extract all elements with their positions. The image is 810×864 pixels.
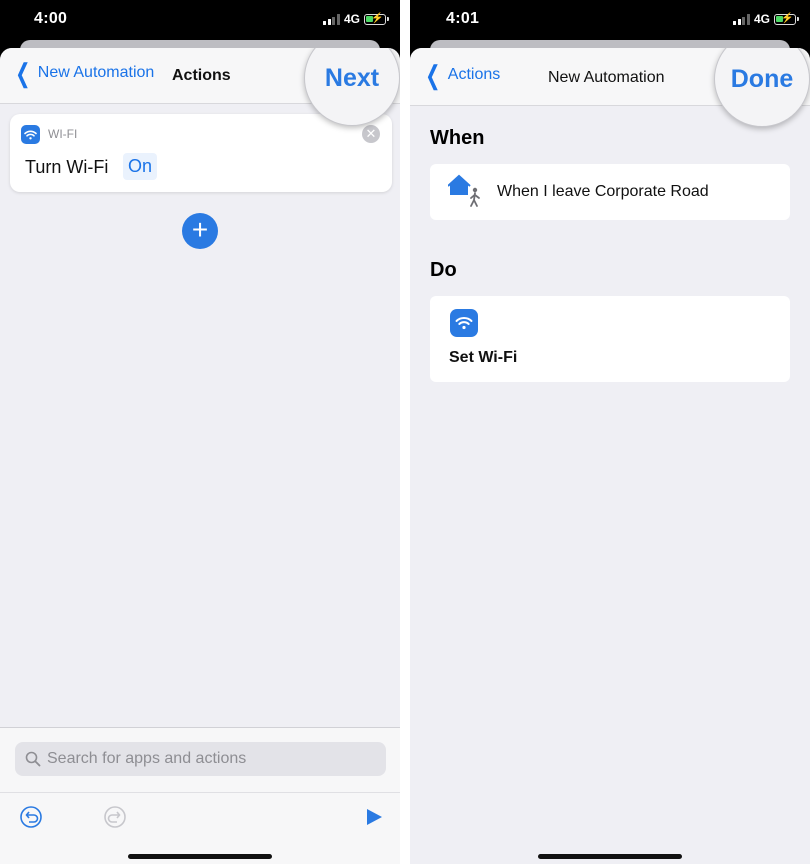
back-button[interactable]: ❮ New Automation — [12, 58, 155, 88]
actions-sheet: ❮ New Automation Actions WI-FI ✕ Turn Wi… — [0, 48, 400, 864]
action-name: Turn Wi-Fi — [25, 157, 109, 177]
action-search-panel — [0, 727, 400, 864]
when-heading: When — [430, 127, 485, 149]
home-indicator — [538, 854, 682, 859]
divider — [0, 792, 400, 793]
undo-icon[interactable] — [19, 805, 43, 829]
home-leave-icon — [448, 174, 480, 207]
search-input[interactable] — [47, 750, 347, 768]
status-time: 4:00 — [34, 10, 68, 27]
page-title: New Automation — [548, 69, 665, 86]
automation-sheet: ❮ Actions New Automation When When I lea… — [410, 48, 810, 864]
battery-charging-icon: ⚡ — [364, 13, 389, 25]
wifi-icon — [450, 309, 478, 337]
action-name: Set Wi-Fi — [449, 349, 518, 366]
page-title: Actions — [172, 67, 231, 84]
network-type: 4G — [343, 12, 360, 26]
network-type: 4G — [753, 12, 770, 26]
action-category: WI-FI — [48, 127, 78, 141]
signal-icon — [733, 13, 750, 25]
add-action-button[interactable]: + — [182, 213, 218, 249]
chevron-left-icon: ❮ — [425, 60, 441, 90]
search-bar[interactable] — [15, 742, 386, 776]
new-automation-screen: 4:01 4G ⚡ ❮ Actions New Automation When — [410, 0, 810, 864]
back-label: New Automation — [37, 64, 155, 81]
home-indicator — [128, 854, 272, 859]
search-icon — [25, 751, 41, 767]
done-label: Done — [730, 64, 794, 93]
play-icon[interactable] — [364, 807, 384, 827]
actions-screen: 4:00 4G ⚡ ❮ New Automation Actions WI-FI… — [0, 0, 400, 864]
remove-action-icon[interactable]: ✕ — [362, 125, 380, 143]
status-bar: 4:01 4G ⚡ — [410, 0, 810, 42]
status-time: 4:01 — [446, 10, 480, 27]
back-button[interactable]: ❮ Actions — [422, 60, 501, 90]
action-card-set-wifi[interactable]: WI-FI ✕ Turn Wi-Fi On — [10, 114, 392, 192]
chevron-left-icon: ❮ — [15, 58, 31, 88]
trigger-row[interactable]: When I leave Corporate Road — [430, 164, 790, 220]
status-bar: 4:00 4G ⚡ — [0, 0, 400, 42]
trigger-label: When I leave Corporate Road — [497, 183, 709, 200]
wifi-icon — [21, 125, 40, 144]
next-label: Next — [324, 63, 380, 92]
wifi-state-parameter[interactable]: On — [123, 153, 158, 180]
action-row-set-wifi[interactable]: Set Wi-Fi — [430, 296, 790, 382]
back-label: Actions — [447, 66, 501, 83]
do-heading: Do — [430, 259, 457, 281]
done-button[interactable]: Done — [714, 48, 810, 127]
battery-charging-icon: ⚡ — [774, 13, 799, 25]
signal-icon — [323, 13, 340, 25]
redo-icon[interactable] — [103, 805, 127, 829]
